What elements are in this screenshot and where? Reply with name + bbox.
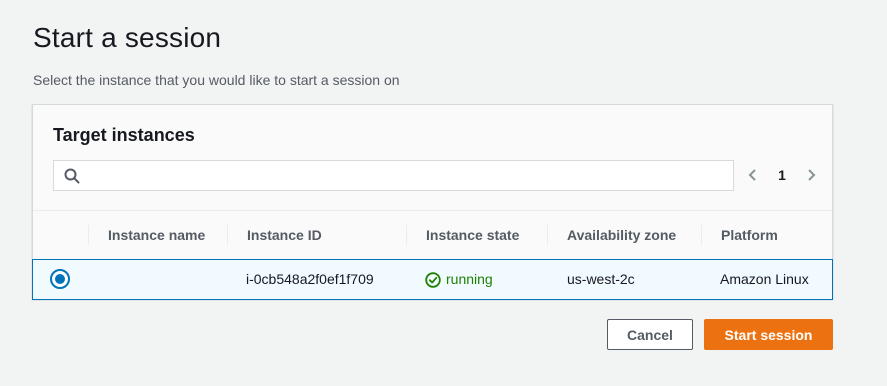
chevron-left-icon xyxy=(748,169,756,181)
instance-state-label: running xyxy=(446,271,493,287)
cell-instance-id: i-0cb548a2f0ef1f709 xyxy=(246,271,374,287)
table-header: Instance name Instance ID Instance state… xyxy=(33,211,832,260)
panel-header: Target instances 1 xyxy=(33,105,832,211)
column-divider xyxy=(701,225,702,245)
pagination: 1 xyxy=(741,163,823,187)
column-header-instance-state[interactable]: Instance state xyxy=(426,211,519,259)
page-description: Select the instance that you would like … xyxy=(33,72,400,88)
column-header-platform[interactable]: Platform xyxy=(721,211,778,259)
search-field xyxy=(53,160,734,192)
row-select-radio[interactable] xyxy=(50,269,70,289)
current-page-number[interactable]: 1 xyxy=(765,167,799,183)
next-page-button[interactable] xyxy=(799,163,823,187)
column-header-instance-name[interactable]: Instance name xyxy=(108,211,205,259)
search-input[interactable] xyxy=(88,161,732,192)
target-instances-panel: Target instances 1 Instance name Instanc… xyxy=(32,104,833,300)
column-divider xyxy=(88,225,89,245)
cell-platform: Amazon Linux xyxy=(720,271,809,287)
previous-page-button[interactable] xyxy=(741,163,765,187)
column-divider xyxy=(406,225,407,245)
cell-availability-zone: us-west-2c xyxy=(567,271,635,287)
search-icon xyxy=(64,168,80,184)
column-header-availability-zone[interactable]: Availability zone xyxy=(567,211,676,259)
check-circle-icon xyxy=(425,271,441,288)
cancel-button[interactable]: Cancel xyxy=(607,319,693,350)
panel-title: Target instances xyxy=(53,125,195,145)
table-row[interactable]: i-0cb548a2f0ef1f709 running us-west-2c A… xyxy=(32,259,833,300)
column-header-instance-id[interactable]: Instance ID xyxy=(247,211,322,259)
column-divider xyxy=(227,225,228,245)
column-divider xyxy=(547,225,548,245)
page-title: Start a session xyxy=(33,22,222,53)
chevron-right-icon xyxy=(808,169,816,181)
start-session-button[interactable]: Start session xyxy=(704,319,833,350)
cell-instance-state: running xyxy=(425,260,493,299)
